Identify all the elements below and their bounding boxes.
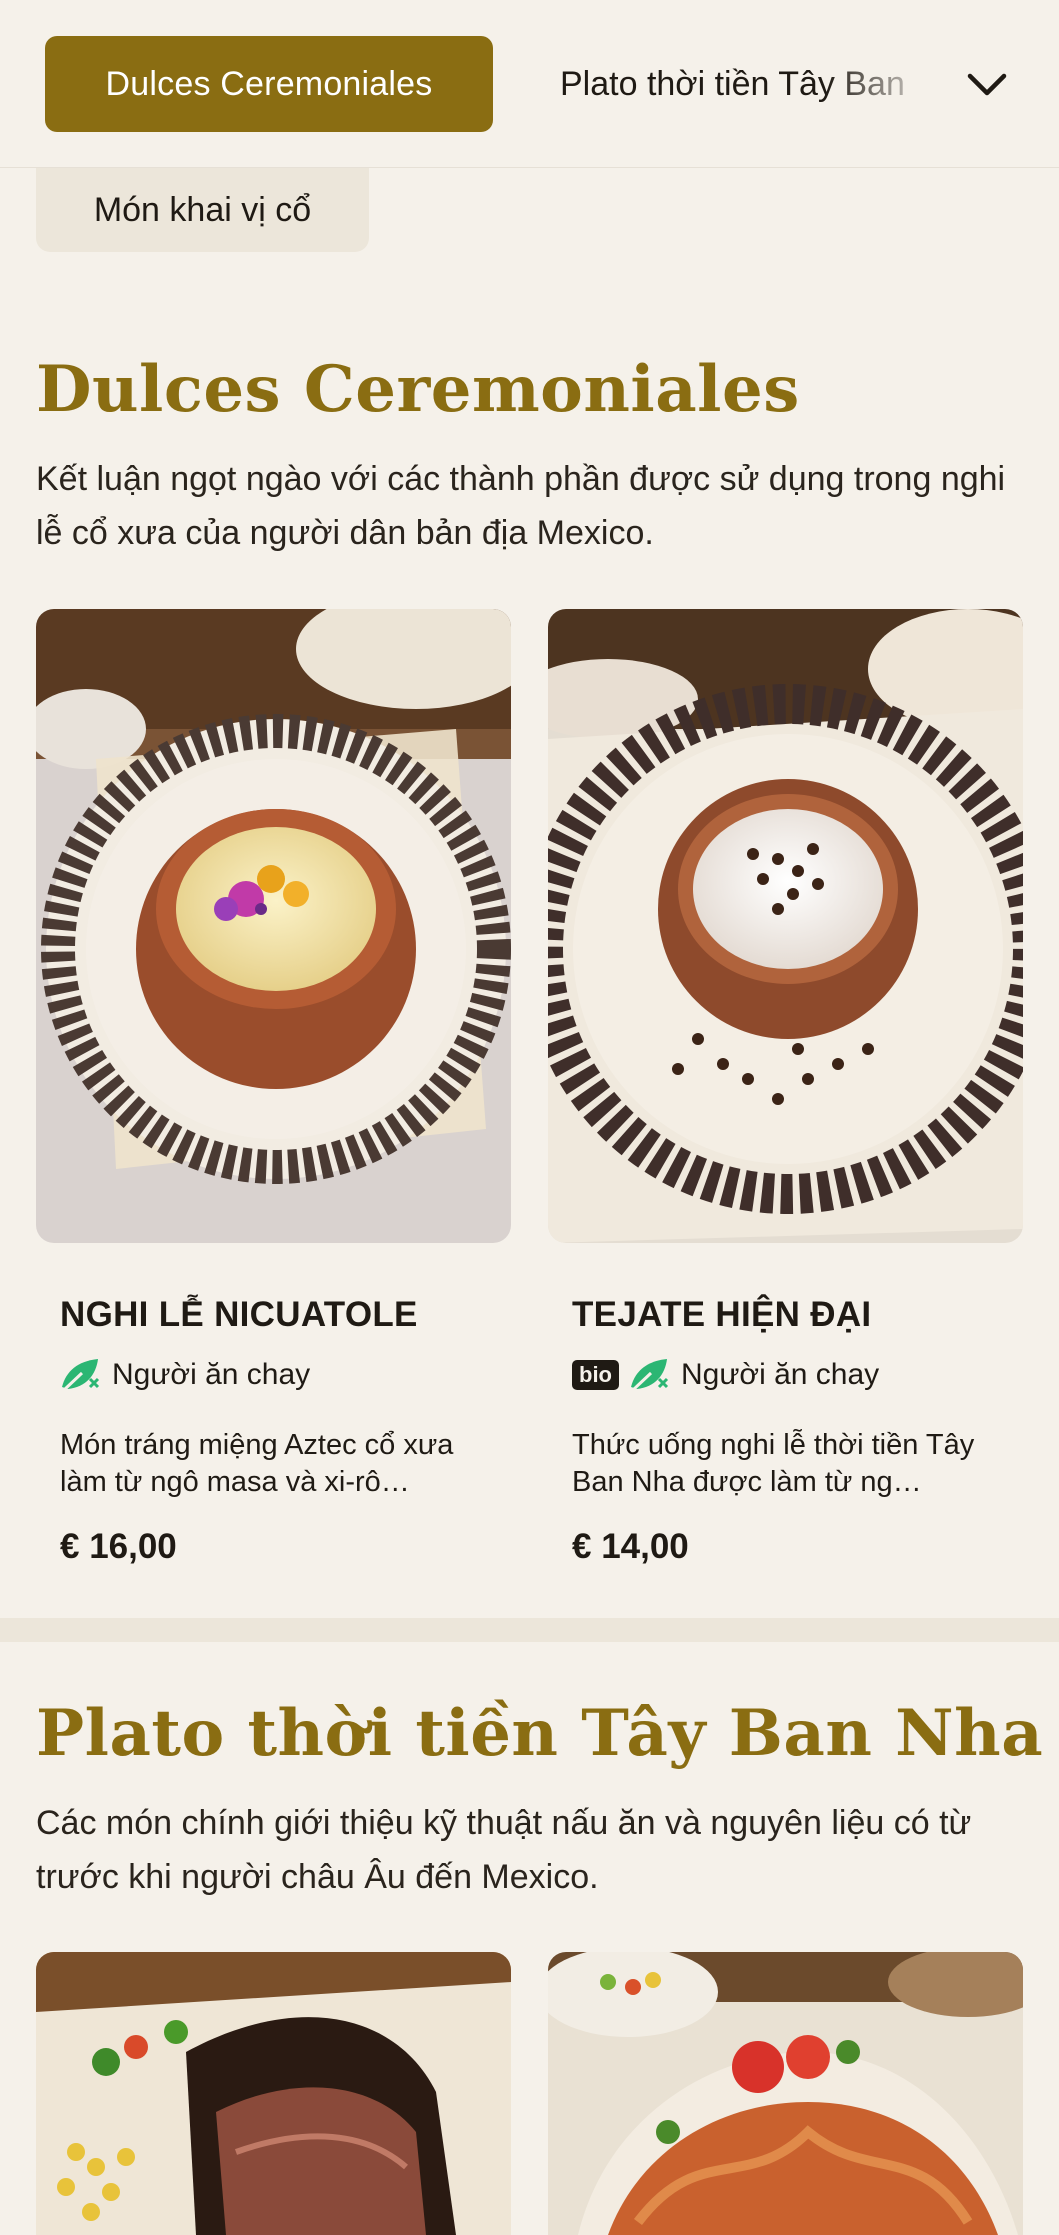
section-description: Kết luận ngọt ngào với các thành phần đư… bbox=[36, 460, 1006, 552]
item-description: Thức uống nghi lễ thời tiền Tây Ban Nha … bbox=[572, 1429, 975, 1498]
diet-label: Người ăn chay bbox=[681, 1358, 880, 1391]
item-name: NGHI LỄ NICUATOLE bbox=[60, 1295, 418, 1334]
item-price: € 16,00 bbox=[60, 1527, 177, 1566]
menu-item-card[interactable] bbox=[36, 1952, 511, 2235]
diet-tags: bio Người ăn chay bbox=[572, 1355, 879, 1395]
bio-badge: bio bbox=[572, 1360, 619, 1390]
menu-item-card[interactable] bbox=[548, 1952, 1023, 2235]
vegetarian-leaf-icon bbox=[629, 1357, 671, 1393]
chevron-down-icon[interactable] bbox=[962, 60, 1012, 110]
dish-image bbox=[36, 1952, 511, 2235]
dish-image bbox=[548, 1952, 1023, 2235]
item-description: Món tráng miệng Aztec cổ xưa làm từ ngô … bbox=[60, 1429, 454, 1498]
menu-item-card[interactable]: TEJATE HIỆN ĐẠI bio Người ăn chay Thức u… bbox=[548, 609, 1023, 1566]
category-tab-dulces-ceremoniales[interactable]: Dulces Ceremoniales bbox=[45, 36, 493, 132]
section-divider bbox=[0, 1618, 1059, 1642]
diet-label: Người ăn chay bbox=[112, 1358, 311, 1391]
category-chip-appetizers[interactable]: Món khai vị cổ bbox=[36, 168, 369, 252]
section-title: Dulces Ceremoniales bbox=[36, 352, 800, 427]
category-tab-plato[interactable]: Plato thời tiền Tây Ban bbox=[560, 36, 940, 132]
dish-image bbox=[548, 609, 1023, 1243]
vegetarian-leaf-icon bbox=[60, 1357, 102, 1393]
category-nav: Dulces Ceremoniales Plato thời tiền Tây … bbox=[0, 0, 1059, 168]
section-description: Các món chính giới thiệu kỹ thuật nấu ăn… bbox=[36, 1804, 972, 1896]
dish-image bbox=[36, 609, 511, 1243]
diet-tags: Người ăn chay bbox=[60, 1355, 310, 1395]
item-price: € 14,00 bbox=[572, 1527, 689, 1566]
section-title: Plato thời tiền Tây Ban Nha bbox=[36, 1696, 1044, 1771]
item-name: TEJATE HIỆN ĐẠI bbox=[572, 1295, 872, 1334]
menu-item-card[interactable]: NGHI LỄ NICUATOLE Người ăn chay Món trán… bbox=[36, 609, 511, 1566]
